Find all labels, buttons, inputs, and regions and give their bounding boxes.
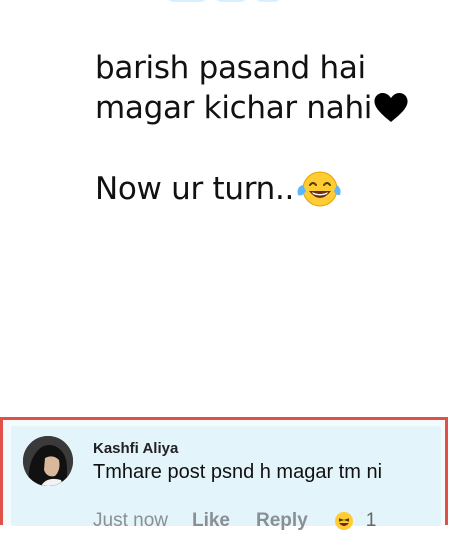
black-heart-icon bbox=[374, 93, 408, 123]
laughing-face-icon[interactable] bbox=[334, 511, 354, 531]
comment-text: Tmhare post psnd h magar tm ni bbox=[93, 461, 383, 483]
comment-bubble: Kashfi Aliya Tmhare post psnd h magar tm… bbox=[11, 426, 441, 531]
post-line-2: magar kichar nahi bbox=[95, 88, 425, 128]
comment-author[interactable]: Kashfi Aliya bbox=[93, 440, 178, 457]
comment-actions: Just now Like Reply 1 bbox=[93, 510, 376, 532]
avatar[interactable] bbox=[23, 436, 73, 486]
like-button[interactable]: Like bbox=[192, 510, 230, 532]
top-cropped-element bbox=[168, 0, 288, 6]
reaction-count: 1 bbox=[365, 510, 377, 531]
comment-timestamp: Just now bbox=[93, 510, 168, 531]
highlighted-comment-frame: Kashfi Aliya Tmhare post psnd h magar tm… bbox=[0, 417, 448, 531]
post-line-3: Now ur turn.. bbox=[95, 169, 425, 209]
reply-button[interactable]: Reply bbox=[256, 510, 308, 532]
post-line-1: barish pasand hai bbox=[95, 50, 366, 86]
post-text-body: barish pasand hai magar kichar nahi Now … bbox=[95, 48, 425, 209]
tears-of-joy-icon bbox=[294, 169, 342, 209]
